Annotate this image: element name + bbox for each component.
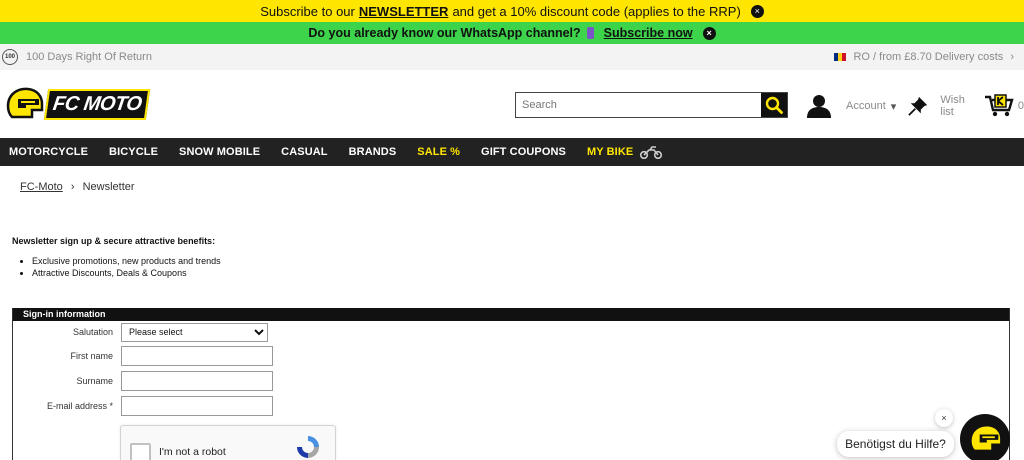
surname-row: Surname [13, 371, 273, 391]
email-label: E-mail address * [46, 401, 113, 411]
announcement-post: and get a 10% discount code (applies to … [452, 3, 741, 19]
delivery-info[interactable]: RO / from £8.70 Delivery costs › [834, 51, 1014, 63]
firstname-row: First name [13, 346, 273, 366]
breadcrumb-current: Newsletter [82, 181, 135, 193]
nav-item-casual[interactable]: CASUAL [281, 146, 327, 158]
recaptcha-label: I'm not a robot [159, 446, 226, 458]
main-nav: MOTORCYCLE BICYCLE SNOW MOBILE CASUAL BR… [0, 138, 1024, 166]
wishlist-label: Wish list [940, 94, 965, 118]
salutation-select[interactable]: Please select [121, 322, 268, 342]
email-input[interactable] [121, 396, 273, 416]
flag-romania-icon [834, 53, 847, 62]
nav-item-sale[interactable]: SALE % [417, 146, 460, 158]
search-box [515, 92, 788, 118]
account-label: Account [846, 100, 886, 112]
newsletter-intro: Newsletter sign up & secure attractive b… [12, 236, 221, 280]
returns-text[interactable]: 100 Days Right Of Return [26, 51, 152, 63]
search-input[interactable] [516, 93, 761, 117]
chevron-right-icon: › [1010, 51, 1014, 63]
list-item: Attractive Discounts, Deals & Coupons [32, 268, 221, 278]
helmet-chat-icon [969, 424, 1002, 452]
list-item: Exclusive promotions, new products and t… [32, 256, 221, 266]
nav-item-my-bike[interactable]: MY BIKE [587, 145, 663, 159]
announcement-pre: Subscribe to our [260, 3, 355, 19]
nav-item-brands[interactable]: BRANDS [349, 146, 397, 158]
whatsapp-subscribe-link[interactable]: Subscribe now [604, 26, 693, 40]
helmet-logo-icon [6, 87, 44, 119]
help-chat-button[interactable] [960, 414, 1010, 460]
email-row: E-mail address * [13, 396, 273, 416]
help-bubble[interactable]: Benötigst du Hilfe? [837, 431, 954, 457]
return-badge-icon: 100 [2, 49, 18, 65]
nav-item-my-bike-label: MY BIKE [586, 146, 634, 158]
recaptcha-checkbox[interactable] [130, 443, 151, 460]
nav-item-motorcycle[interactable]: MOTORCYCLE [9, 146, 88, 158]
account-menu[interactable]: Account ▾ [806, 94, 896, 118]
intro-heading: Newsletter sign up & secure attractive b… [12, 236, 216, 246]
salutation-label: Salutation [72, 327, 113, 337]
salutation-row: Salutation Please select [13, 322, 268, 342]
surname-label: Surname [76, 376, 113, 386]
firstname-label: First name [70, 351, 113, 361]
cart-icon [984, 94, 1014, 117]
motorbike-icon [640, 146, 663, 159]
cart-link[interactable]: 0 [984, 94, 1024, 118]
whatsapp-text: Do you already know our WhatsApp channel… [308, 26, 581, 40]
form-title: Sign-in information [13, 308, 1009, 321]
nav-item-snow-mobile[interactable]: SNOW MOBILE [179, 146, 260, 158]
firstname-input[interactable] [121, 346, 273, 366]
user-icon [807, 95, 831, 118]
whatsapp-bar: Do you already know our WhatsApp channel… [0, 22, 1024, 44]
breadcrumb-home[interactable]: FC-Moto [20, 181, 63, 193]
breadcrumb: FC-Moto › Newsletter [20, 181, 135, 193]
phone-icon [586, 27, 594, 39]
chevron-down-icon: ▾ [890, 100, 897, 113]
recaptcha-logo-icon [297, 436, 319, 458]
delivery-text: RO / from £8.70 Delivery costs [853, 51, 1004, 63]
surname-input[interactable] [121, 371, 273, 391]
newsletter-link[interactable]: NEWSLETTER [359, 4, 449, 19]
header-actions: Account ▾ Wish list 0 [806, 94, 1024, 118]
pin-icon [908, 96, 928, 116]
recaptcha-widget: I'm not a robot [120, 425, 336, 460]
breadcrumb-separator: › [70, 181, 75, 193]
search-button[interactable] [761, 93, 787, 117]
close-whatsapp-icon[interactable]: × [702, 26, 716, 40]
close-announcement-icon[interactable]: × [750, 4, 764, 18]
logo-text: FC MOTO [43, 88, 151, 120]
search-icon [765, 96, 783, 114]
wishlist-link[interactable]: Wish list [908, 94, 978, 118]
nav-item-bicycle[interactable]: BICYCLE [109, 146, 158, 158]
logo[interactable]: FC MOTO [4, 86, 151, 122]
cart-count: 0 [1017, 100, 1024, 112]
utility-bar: 100 100 Days Right Of Return RO / from £… [0, 44, 1024, 70]
benefits-list: Exclusive promotions, new products and t… [12, 256, 221, 278]
nav-item-gift-coupons[interactable]: GIFT COUPONS [481, 146, 566, 158]
site-header: FC MOTO Account ▾ Wish list [0, 70, 1024, 138]
newsletter-announcement-bar: Subscribe to our NEWSLETTER and get a 10… [0, 0, 1024, 22]
close-help-icon[interactable]: × [935, 409, 953, 427]
